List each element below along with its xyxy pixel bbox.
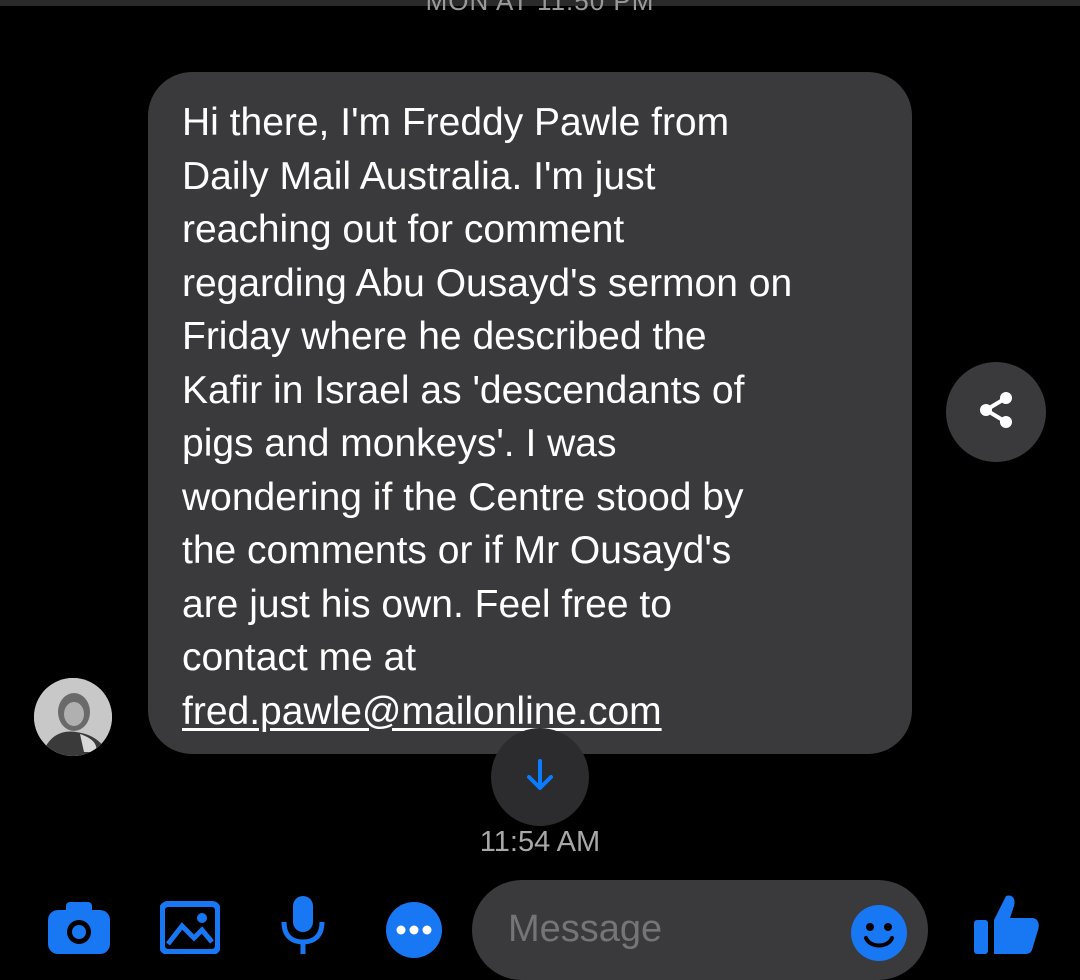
camera-icon[interactable] — [48, 896, 110, 959]
message-line: are just his own. Feel free to — [182, 582, 672, 626]
message-line: Hi there, I'm Freddy Pawle from — [182, 101, 730, 144]
image-icon[interactable] — [159, 896, 221, 959]
scroll-to-bottom-button[interactable] — [491, 728, 589, 826]
sender-avatar[interactable] — [34, 678, 112, 756]
message-line: Daily Mail Australia. I'm just — [182, 154, 656, 198]
thumbs-up-icon[interactable] — [970, 890, 1040, 959]
message-composer[interactable] — [472, 880, 928, 980]
message-line: reaching out for comment — [182, 208, 625, 251]
microphone-icon[interactable] — [280, 896, 326, 959]
date-header: MON AT 11:50 PM — [425, 0, 655, 16]
arrow-down-icon — [520, 755, 560, 800]
message-line: Kafir in Israel as 'descendants of — [182, 368, 745, 412]
message-line: wondering if the Centre stood by — [182, 475, 744, 519]
message-line: pigs and monkeys'. I was — [182, 422, 617, 465]
message-line: regarding Abu Ousayd's sermon on — [182, 261, 793, 305]
share-icon — [974, 388, 1018, 437]
message-text: Hi there, I'm Freddy Pawle from Daily Ma… — [182, 96, 902, 738]
share-button[interactable] — [946, 362, 1046, 462]
message-input[interactable] — [508, 908, 838, 951]
emoji-icon[interactable] — [850, 904, 908, 967]
message-timestamp: 11:54 AM — [479, 826, 601, 858]
message-bubble[interactable]: Hi there, I'm Freddy Pawle from Daily Ma… — [148, 72, 912, 754]
email-link[interactable]: fred.pawle@mailonline.com — [182, 690, 662, 733]
message-line: the comments or if Mr Ousayd's — [182, 529, 732, 572]
message-line: Friday where he described the — [182, 315, 707, 358]
message-line: contact me at — [182, 636, 417, 679]
